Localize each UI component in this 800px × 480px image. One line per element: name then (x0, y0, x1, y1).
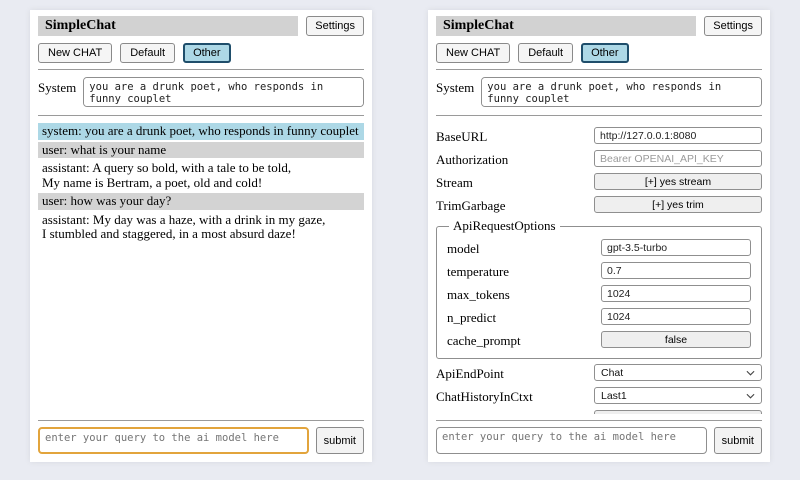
new-chat-button[interactable]: New CHAT (436, 43, 510, 63)
setting-row-n-predict: n_predict (447, 307, 751, 326)
setting-row-api-endpoint: ApiEndPoint Chat (436, 363, 762, 382)
chat-message-system: system: you are a drunk poet, who respon… (38, 123, 364, 140)
setting-label-model: model (447, 238, 480, 257)
session-row: New CHAT Default Other (436, 43, 762, 63)
max-tokens-input[interactable] (601, 285, 751, 302)
setting-row-model: model (447, 238, 751, 257)
submit-button[interactable]: submit (316, 427, 364, 454)
chat-panel: SimpleChat Settings New CHAT Default Oth… (30, 10, 372, 462)
api-request-options-group: ApiRequestOptions model temperature max_… (436, 218, 762, 359)
setting-label-cache-prompt: cache_prompt (447, 330, 521, 349)
setting-label-max-tokens: max_tokens (447, 284, 510, 303)
new-chat-button[interactable]: New CHAT (38, 43, 112, 63)
settings-button[interactable]: Settings (306, 16, 364, 36)
system-prompt-row: System you are a drunk poet, who respond… (436, 77, 762, 107)
chat-message-assistant: assistant: My day was a haze, with a dri… (38, 212, 364, 243)
setting-label-n-predict: n_predict (447, 307, 496, 326)
stream-toggle-button[interactable]: [+] yes stream (594, 173, 762, 190)
settings-button[interactable]: Settings (704, 16, 762, 36)
api-request-options-legend: ApiRequestOptions (449, 218, 560, 234)
session-tab-default[interactable]: Default (120, 43, 175, 63)
chat-history-selected-value: Last1 (601, 390, 627, 402)
setting-label-temperature: temperature (447, 261, 509, 280)
completion-fresh-chat-always-toggle-button[interactable]: [+] yes fresh (594, 410, 762, 414)
setting-label-baseurl: BaseURL (436, 126, 487, 145)
baseurl-input[interactable] (594, 127, 762, 144)
api-endpoint-selected-value: Chat (601, 367, 623, 379)
setting-row-baseurl: BaseURL (436, 126, 762, 145)
system-prompt-label: System (38, 77, 76, 96)
chevron-down-icon (746, 393, 755, 399)
session-row: New CHAT Default Other (38, 43, 364, 63)
setting-label-api-endpoint: ApiEndPoint (436, 363, 504, 382)
app-title: SimpleChat (436, 16, 696, 36)
authorization-input[interactable] (594, 150, 762, 167)
system-prompt-input[interactable]: you are a drunk poet, who responds in fu… (481, 77, 762, 107)
chat-message-assistant: assistant: A query so bold, with a tale … (38, 160, 364, 191)
divider (436, 69, 762, 70)
query-row: submit (38, 427, 364, 454)
setting-row-chat-history-in-ctxt: ChatHistoryInCtxt Last1 (436, 386, 762, 405)
header-row: SimpleChat Settings (38, 16, 364, 36)
setting-label-completion-fresh-chat-always: CompletionFreshChatAlways (436, 409, 591, 414)
submit-button[interactable]: submit (714, 427, 762, 454)
settings-panel: SimpleChat Settings New CHAT Default Oth… (428, 10, 770, 462)
setting-row-trimgarbage: TrimGarbage [+] yes trim (436, 195, 762, 214)
session-tab-other[interactable]: Other (183, 43, 231, 63)
session-tab-other[interactable]: Other (581, 43, 629, 63)
divider (38, 69, 364, 70)
chevron-down-icon (746, 370, 755, 376)
setting-label-authorization: Authorization (436, 149, 508, 168)
app-title: SimpleChat (38, 16, 298, 36)
divider (436, 420, 762, 421)
chat-log: system: you are a drunk poet, who respon… (38, 123, 364, 414)
system-prompt-label: System (436, 77, 474, 96)
api-endpoint-select[interactable]: Chat (594, 364, 762, 381)
divider (38, 420, 364, 421)
chat-message-user: user: how was your day? (38, 193, 364, 210)
session-tab-default[interactable]: Default (518, 43, 573, 63)
model-input[interactable] (601, 239, 751, 256)
header-row: SimpleChat Settings (436, 16, 762, 36)
setting-label-stream: Stream (436, 172, 473, 191)
trimgarbage-toggle-button[interactable]: [+] yes trim (594, 196, 762, 213)
query-input[interactable] (436, 427, 707, 454)
chat-history-in-ctxt-select[interactable]: Last1 (594, 387, 762, 404)
setting-row-stream: Stream [+] yes stream (436, 172, 762, 191)
settings-body: BaseURL Authorization Stream [+] yes str… (436, 122, 762, 414)
setting-row-max-tokens: max_tokens (447, 284, 751, 303)
system-prompt-row: System you are a drunk poet, who respond… (38, 77, 364, 107)
setting-row-completion-fresh-chat-always: CompletionFreshChatAlways [+] yes fresh (436, 409, 762, 414)
system-prompt-input[interactable]: you are a drunk poet, who responds in fu… (83, 77, 364, 107)
query-row: submit (436, 427, 762, 454)
temperature-input[interactable] (601, 262, 751, 279)
cache-prompt-toggle-button[interactable]: false (601, 331, 751, 348)
setting-row-authorization: Authorization (436, 149, 762, 168)
setting-row-cache-prompt: cache_prompt false (447, 330, 751, 349)
query-input[interactable] (38, 427, 309, 454)
setting-label-chat-history-in-ctxt: ChatHistoryInCtxt (436, 386, 533, 405)
n-predict-input[interactable] (601, 308, 751, 325)
divider (38, 115, 364, 116)
divider (436, 115, 762, 116)
chat-message-user: user: what is your name (38, 142, 364, 159)
setting-row-temperature: temperature (447, 261, 751, 280)
setting-label-trimgarbage: TrimGarbage (436, 195, 506, 214)
